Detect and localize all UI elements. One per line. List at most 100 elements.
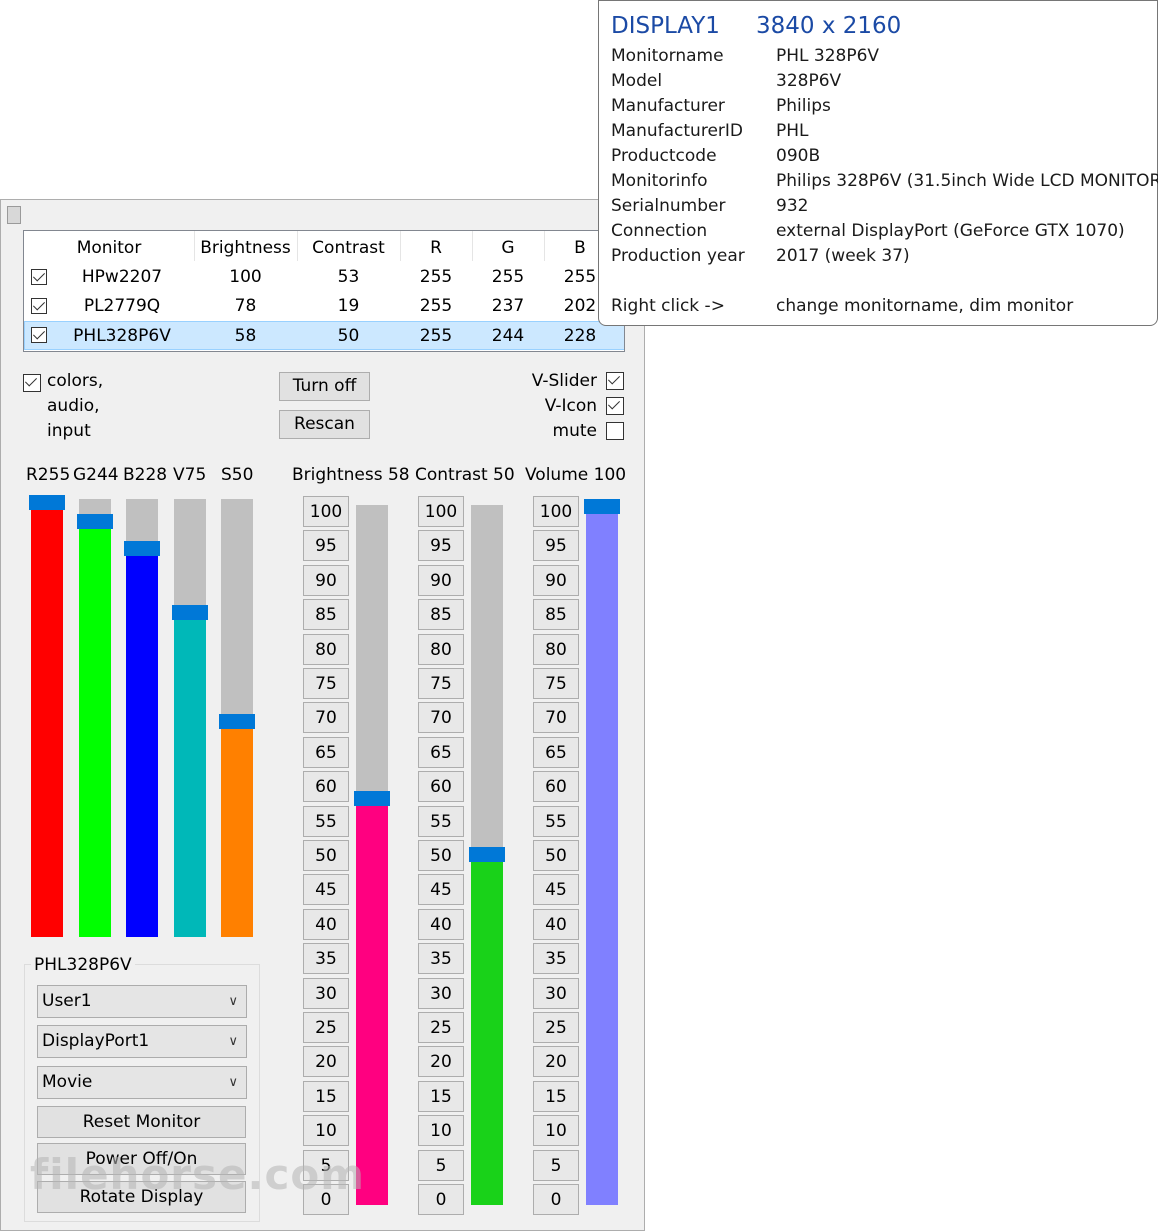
volume-slider[interactable]	[584, 499, 620, 1205]
reset-monitor-button[interactable]: Reset Monitor	[37, 1106, 246, 1138]
b-slider-thumb[interactable]	[124, 541, 160, 557]
contrast-preset-button[interactable]: 0	[418, 1184, 464, 1215]
contrast-preset-button[interactable]: 15	[418, 1080, 464, 1112]
brightness-slider-thumb[interactable]	[354, 791, 390, 807]
brightness-preset-button[interactable]: 35	[303, 943, 349, 975]
rescan-button[interactable]: Rescan	[279, 410, 370, 439]
row-checkbox[interactable]	[31, 298, 47, 314]
brightness-preset-button[interactable]: 30	[303, 977, 349, 1009]
volume-preset-button[interactable]: 15	[533, 1080, 579, 1112]
row-checkbox[interactable]	[31, 269, 47, 285]
contrast-preset-button[interactable]: 95	[418, 530, 464, 562]
table-row[interactable]: HPw2207 100 53 255 255 255	[24, 263, 624, 292]
row-checkbox[interactable]	[31, 327, 47, 343]
brightness-preset-button[interactable]: 55	[303, 805, 349, 837]
brightness-preset-button[interactable]: 60	[303, 771, 349, 803]
contrast-preset-button[interactable]: 55	[418, 805, 464, 837]
brightness-preset-button[interactable]: 80	[303, 633, 349, 665]
contrast-preset-button[interactable]: 40	[418, 908, 464, 940]
volume-preset-button[interactable]: 40	[533, 908, 579, 940]
brightness-preset-button[interactable]: 25	[303, 1012, 349, 1043]
contrast-preset-button[interactable]: 50	[418, 840, 464, 871]
contrast-preset-button[interactable]: 65	[418, 736, 464, 768]
brightness-preset-button[interactable]: 75	[303, 668, 349, 699]
mute-checkbox[interactable]	[606, 422, 624, 440]
brightness-preset-button[interactable]: 70	[303, 702, 349, 734]
g-slider-thumb[interactable]	[77, 513, 113, 529]
b-color-slider[interactable]	[124, 499, 160, 937]
volume-preset-button[interactable]: 0	[533, 1184, 579, 1215]
volume-preset-button[interactable]: 70	[533, 702, 579, 734]
s-color-slider[interactable]	[219, 499, 255, 937]
v-slider-thumb[interactable]	[172, 604, 208, 620]
v-slider-checkbox[interactable]	[606, 372, 624, 390]
volume-preset-button[interactable]: 100	[533, 496, 579, 527]
volume-preset-button[interactable]: 20	[533, 1046, 579, 1078]
volume-preset-button[interactable]: 75	[533, 668, 579, 699]
contrast-preset-button[interactable]: 90	[418, 564, 464, 596]
v-color-slider[interactable]	[172, 499, 208, 937]
volume-preset-button[interactable]: 10	[533, 1115, 579, 1147]
brightness-preset-button[interactable]: 10	[303, 1115, 349, 1147]
brightness-preset-button[interactable]: 15	[303, 1080, 349, 1112]
col-header-g[interactable]: G	[472, 231, 545, 261]
contrast-preset-button[interactable]: 85	[418, 599, 464, 631]
volume-preset-button[interactable]: 55	[533, 805, 579, 837]
window-icon[interactable]	[7, 206, 21, 224]
g-color-slider[interactable]	[77, 499, 113, 937]
col-header-contrast[interactable]: Contrast	[297, 231, 401, 261]
volume-preset-button[interactable]: 60	[533, 771, 579, 803]
brightness-preset-button[interactable]: 20	[303, 1046, 349, 1078]
colors-audio-input-checkbox[interactable]	[23, 374, 41, 392]
contrast-slider-thumb[interactable]	[469, 847, 505, 862]
brightness-preset-button[interactable]: 50	[303, 840, 349, 871]
brightness-preset-button[interactable]: 40	[303, 908, 349, 940]
volume-preset-button[interactable]: 95	[533, 530, 579, 562]
contrast-preset-button[interactable]: 45	[418, 874, 464, 906]
table-row[interactable]: PL2779Q 78 19 255 237 202	[24, 292, 624, 321]
volume-slider-thumb[interactable]	[584, 499, 620, 514]
col-header-r[interactable]: R	[400, 231, 473, 261]
contrast-preset-button[interactable]: 80	[418, 633, 464, 665]
contrast-preset-button[interactable]: 35	[418, 943, 464, 975]
tooltip-value: 328P6V	[776, 71, 842, 91]
contrast-preset-button[interactable]: 30	[418, 977, 464, 1009]
brightness-slider[interactable]	[354, 505, 390, 1205]
volume-preset-button[interactable]: 50	[533, 840, 579, 871]
brightness-preset-button[interactable]: 65	[303, 736, 349, 768]
contrast-preset-button[interactable]: 75	[418, 668, 464, 699]
volume-preset-button[interactable]: 45	[533, 874, 579, 906]
contrast-preset-button[interactable]: 10	[418, 1115, 464, 1147]
contrast-slider[interactable]	[469, 505, 505, 1205]
contrast-preset-button[interactable]: 70	[418, 702, 464, 734]
contrast-preset-button[interactable]: 100	[418, 496, 464, 527]
brightness-preset-button[interactable]: 85	[303, 599, 349, 631]
volume-preset-button[interactable]: 35	[533, 943, 579, 975]
volume-preset-button[interactable]: 30	[533, 977, 579, 1009]
r-color-slider[interactable]	[29, 495, 65, 937]
turn-off-button[interactable]: Turn off	[279, 372, 370, 401]
brightness-preset-button[interactable]: 45	[303, 874, 349, 906]
col-header-brightness[interactable]: Brightness	[194, 231, 298, 261]
s-slider-thumb[interactable]	[219, 714, 255, 729]
contrast-preset-button[interactable]: 60	[418, 771, 464, 803]
mode-dropdown[interactable]: Movie ∨	[37, 1066, 247, 1099]
volume-preset-button[interactable]: 65	[533, 736, 579, 768]
brightness-preset-button[interactable]: 90	[303, 564, 349, 596]
volume-preset-button[interactable]: 5	[533, 1149, 579, 1181]
brightness-preset-button[interactable]: 100	[303, 496, 349, 527]
table-row-selected[interactable]: PHL328P6V 58 50 255 244 228	[24, 321, 624, 350]
brightness-preset-button[interactable]: 95	[303, 530, 349, 562]
r-slider-thumb[interactable]	[29, 495, 65, 510]
contrast-preset-button[interactable]: 20	[418, 1046, 464, 1078]
volume-preset-button[interactable]: 80	[533, 633, 579, 665]
contrast-preset-button[interactable]: 5	[418, 1149, 464, 1181]
contrast-preset-button[interactable]: 25	[418, 1012, 464, 1043]
volume-preset-button[interactable]: 25	[533, 1012, 579, 1043]
col-header-monitor[interactable]: Monitor	[24, 231, 195, 261]
preset-dropdown[interactable]: User1 ∨	[37, 985, 247, 1018]
v-icon-checkbox[interactable]	[606, 397, 624, 415]
volume-preset-button[interactable]: 85	[533, 599, 579, 631]
volume-preset-button[interactable]: 90	[533, 564, 579, 596]
input-dropdown[interactable]: DisplayPort1 ∨	[37, 1025, 247, 1058]
